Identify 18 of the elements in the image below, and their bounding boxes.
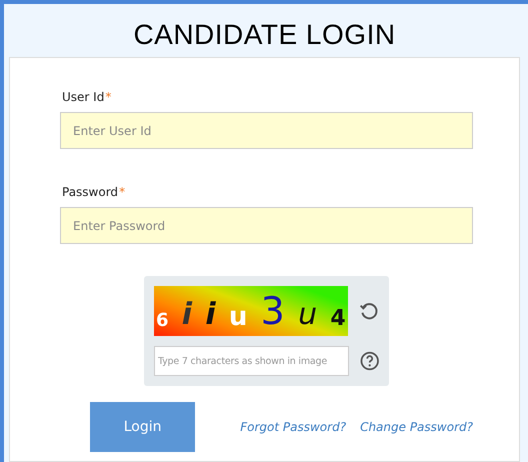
captcha-character: u [298,300,318,330]
captcha-character: i [182,300,192,330]
field-label: Password* [62,184,126,201]
input-field[interactable]: Enter Password [60,207,473,244]
text-link[interactable]: Forgot Password? [240,418,346,436]
field-label: User Id* [62,89,112,106]
captcha-character: i [205,300,216,330]
text-link[interactable]: Change Password? [360,418,473,436]
input-field[interactable]: Enter User Id [60,112,473,149]
captcha-character: 4 [330,308,346,330]
page-title: CANDIDATE LOGIN [133,18,396,52]
help-icon[interactable] [360,351,379,371]
login-button[interactable]: Login [90,402,196,452]
captcha-input-field[interactable]: Type 7 characters as shown in image [154,346,349,376]
captcha-character: 6 [156,312,169,330]
captcha-character: u [228,304,248,330]
captcha-character: 3 [260,292,285,330]
refresh-icon[interactable] [358,300,379,322]
